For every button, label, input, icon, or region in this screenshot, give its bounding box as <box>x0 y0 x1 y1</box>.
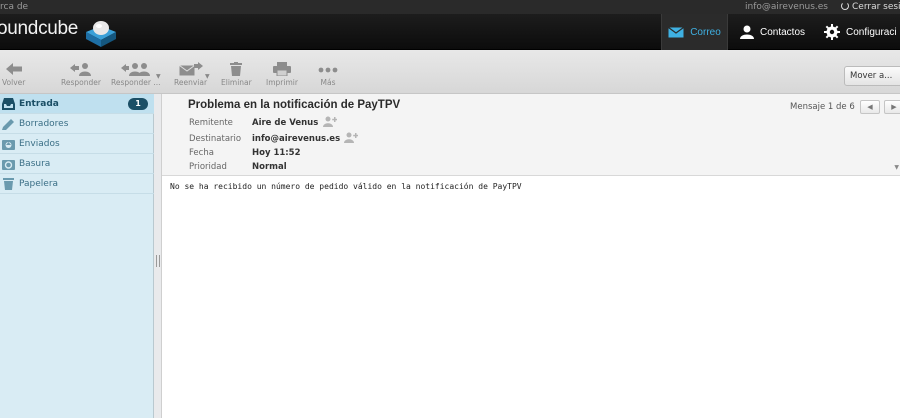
logo: oundcube <box>0 18 79 39</box>
reply-all-label: Responder ... <box>111 78 161 87</box>
sent-icon <box>2 140 15 150</box>
move-to-select[interactable]: Mover a... <box>844 66 900 86</box>
nav-mail-label: Correo <box>690 26 721 38</box>
message-subject: Problema en la notificación de PayTPV <box>188 99 401 111</box>
trash-icon <box>3 178 14 190</box>
previous-message-button[interactable]: ◀ <box>860 100 880 114</box>
folder-sent[interactable]: Enviados <box>0 134 154 154</box>
folder-junk[interactable]: Basura <box>0 154 154 174</box>
nav-settings-label: Configuraci <box>846 26 897 38</box>
folder-sent-label: Enviados <box>19 139 60 149</box>
arrow-left-icon <box>5 63 22 75</box>
top-bar: rca de info@airevenus.es Cerrar sesi <box>0 0 900 14</box>
person-icon <box>740 25 754 39</box>
more-dots-icon <box>318 67 338 73</box>
message-body: No se ha recibido un número de pedido vá… <box>170 182 522 191</box>
folder-inbox-label: Entrada <box>19 99 59 109</box>
nav-settings[interactable]: Configuraci <box>824 14 897 50</box>
next-message-button[interactable]: ▶ <box>884 100 900 114</box>
folder-trash[interactable]: Papelera <box>0 174 154 194</box>
priority-label: Prioridad <box>189 162 227 172</box>
forward-label: Reenviar <box>174 78 208 87</box>
folder-junk-label: Basura <box>19 159 51 169</box>
trash-icon <box>230 62 243 76</box>
more-button[interactable]: Más <box>318 62 338 87</box>
add-contact-icon[interactable] <box>344 132 358 143</box>
forward-dropdown-icon[interactable]: ▼ <box>205 73 210 80</box>
arrow-right-icon: ▶ <box>891 103 897 111</box>
arrow-left-icon: ◀ <box>867 103 873 111</box>
message-view: Problema en la notificación de PayTPV Me… <box>161 94 900 418</box>
nav-contacts-label: Contactos <box>760 26 806 38</box>
forward-button[interactable]: Reenviar <box>174 62 207 87</box>
more-label: Más <box>320 78 336 87</box>
splitter-grip-icon[interactable] <box>156 255 160 267</box>
envelope-icon <box>668 26 685 37</box>
folder-drafts[interactable]: Borradores <box>0 114 154 134</box>
junk-icon <box>2 160 15 170</box>
printer-icon <box>272 62 291 76</box>
reply-dropdown-icon[interactable]: ▼ <box>156 73 161 80</box>
folder-inbox[interactable]: Entrada 1 <box>0 94 154 114</box>
nav-contacts[interactable]: Contactos <box>740 14 805 50</box>
from-value[interactable]: Aire de Venus <box>252 118 318 128</box>
priority-value: Normal <box>252 162 287 172</box>
folder-drafts-label: Borradores <box>19 119 69 129</box>
to-label: Destinatario <box>189 134 242 144</box>
reply-all-button[interactable]: Responder ... <box>111 62 161 87</box>
gear-icon <box>824 24 840 40</box>
message-header: Problema en la notificación de PayTPV Me… <box>162 94 900 176</box>
from-label: Remitente <box>189 118 233 128</box>
headers-toggle-icon[interactable]: ▼ <box>894 164 899 171</box>
back-button[interactable]: Volver <box>2 62 25 87</box>
date-label: Fecha <box>189 148 214 158</box>
logout-label: Cerrar sesi <box>852 2 900 12</box>
reply-all-icon <box>120 63 150 76</box>
unread-count-badge: 1 <box>128 98 148 110</box>
add-contact-icon[interactable] <box>323 116 337 127</box>
back-label: Volver <box>2 78 26 87</box>
date-value: Hoy 11:52 <box>252 148 301 158</box>
header: oundcube Correo Contactos Configuraci <box>0 14 900 50</box>
folder-trash-label: Papelera <box>19 179 59 189</box>
inbox-icon <box>2 98 15 110</box>
print-button[interactable]: Imprimir <box>266 62 298 87</box>
delete-button[interactable]: Eliminar <box>221 62 252 87</box>
to-value[interactable]: info@airevenus.es <box>252 134 340 144</box>
print-label: Imprimir <box>266 78 298 87</box>
nav-mail[interactable]: Correo <box>661 14 728 50</box>
user-email: info@airevenus.es <box>745 2 828 12</box>
reply-icon <box>69 63 91 76</box>
delete-label: Eliminar <box>221 78 252 87</box>
forward-icon <box>178 62 203 76</box>
message-counter: Mensaje 1 de 6 <box>790 102 855 112</box>
logo-cube-icon <box>86 21 116 47</box>
reply-label: Responder <box>61 78 101 87</box>
logout-button[interactable]: Cerrar sesi <box>841 0 900 14</box>
reply-button[interactable]: Responder <box>61 62 101 87</box>
folder-list: Entrada 1 Borradores Enviados Basura Pap… <box>0 94 154 418</box>
toolbar: Volver Responder Responder ... ▼ Reenvia… <box>0 50 900 94</box>
power-icon <box>841 2 849 10</box>
about-link[interactable]: rca de <box>0 0 28 14</box>
pencil-icon <box>2 119 14 130</box>
